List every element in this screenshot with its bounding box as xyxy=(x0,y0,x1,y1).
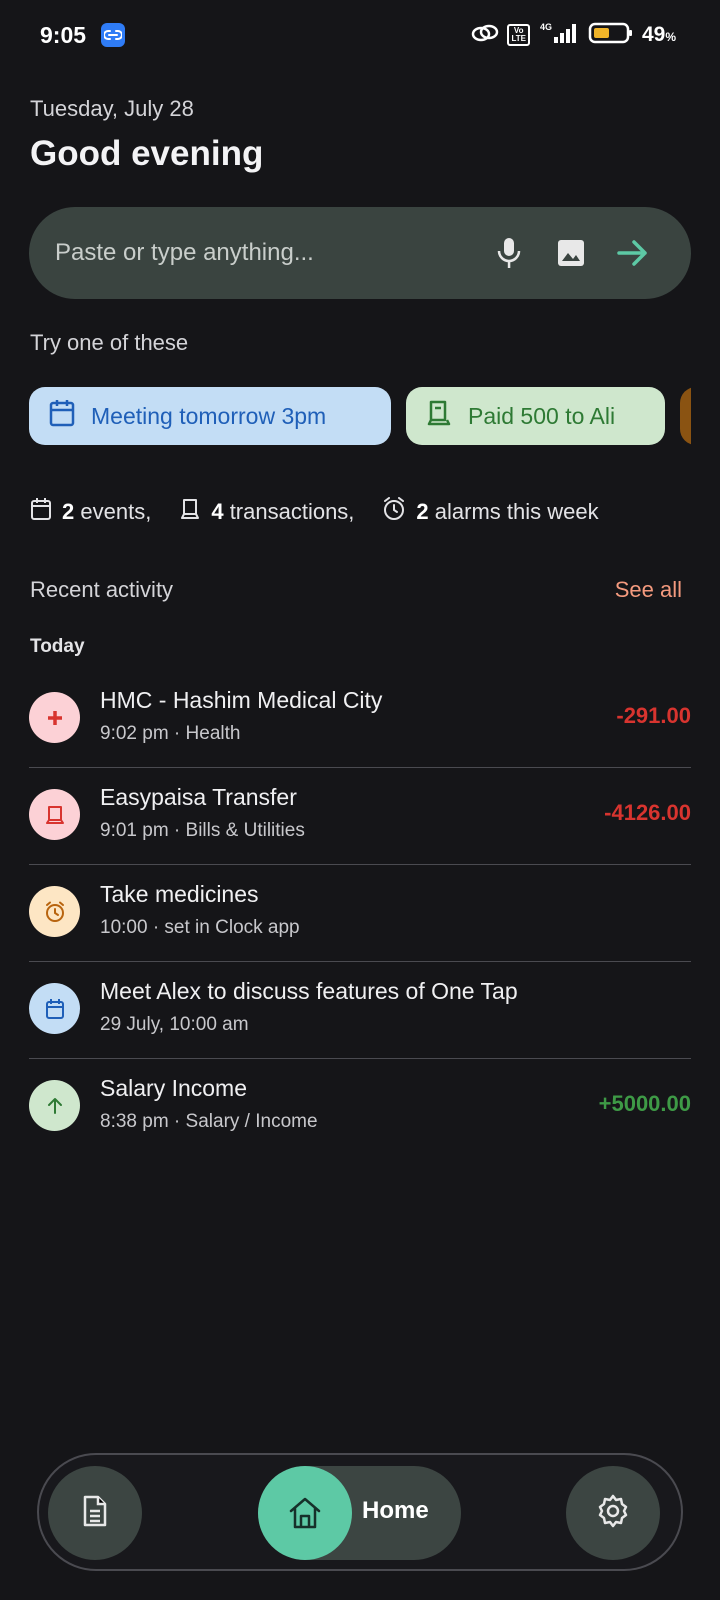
suggestion-chip-label: Meeting tomorrow 3pm xyxy=(91,402,327,429)
item-subtitle: 9:01 pm · Bills & Utilities xyxy=(100,820,305,841)
calendar-icon xyxy=(49,399,75,433)
volte-icon: Vo LTE xyxy=(507,24,530,46)
composer-input[interactable] xyxy=(55,207,495,299)
list-item[interactable]: Meet Alex to discuss features of One Tap… xyxy=(29,962,691,1059)
suggestion-chip-label: Paid 500 to Ali xyxy=(468,402,616,429)
greeting-title: Good evening xyxy=(30,134,264,173)
item-title: Salary Income xyxy=(100,1075,248,1101)
item-title: Take medicines xyxy=(100,881,259,907)
suggestion-chip-payment[interactable]: Paid 500 to Ali xyxy=(406,387,665,445)
alarm-icon xyxy=(382,497,406,527)
status-icons: Vo LTE 4G 49% xyxy=(471,20,676,50)
receipt-icon xyxy=(426,399,452,433)
home-screen: 9:05 Vo LTE 4G 49% Tuesday, July 28 Good… xyxy=(0,0,720,1600)
microphone-icon[interactable] xyxy=(485,229,533,277)
item-title: Meet Alex to discuss features of One Tap xyxy=(100,978,518,1004)
list-item[interactable]: Take medicines 10:00 · set in Clock app xyxy=(29,865,691,962)
calendar-icon xyxy=(29,983,80,1034)
link-app-icon xyxy=(101,23,125,47)
home-icon xyxy=(258,1466,352,1560)
calendar-icon xyxy=(30,497,52,527)
document-icon xyxy=(82,1495,108,1532)
list-item[interactable]: HMC - Hashim Medical City 9:02 pm · Heal… xyxy=(29,671,691,768)
svg-text:4G: 4G xyxy=(540,22,552,32)
bottom-nav: Home xyxy=(37,1453,683,1571)
battery-percent: 49% xyxy=(641,23,676,46)
receipt-icon xyxy=(179,497,201,527)
nav-home-button[interactable]: Home xyxy=(258,1466,461,1560)
suggestions-label: Try one of these xyxy=(30,330,189,355)
item-subtitle: 9:02 pm · Health xyxy=(100,723,241,744)
status-bar: 9:05 Vo LTE 4G 49% xyxy=(0,0,720,70)
signal-icon: 4G xyxy=(538,21,580,50)
medical-cross-icon xyxy=(29,692,80,743)
suggestion-chip-more[interactable] xyxy=(680,387,691,445)
activity-list: HMC - Hashim Medical City 9:02 pm · Heal… xyxy=(29,671,691,1156)
arrow-up-icon xyxy=(29,1080,80,1131)
battery-icon xyxy=(588,21,634,50)
suggestion-chip-meeting[interactable]: Meeting tomorrow 3pm xyxy=(29,387,391,445)
nav-home-label: Home xyxy=(362,1497,429,1524)
item-amount: -291.00 xyxy=(616,703,691,728)
weekly-summary: 2 events, 4 transactions, 2 alarms this … xyxy=(30,497,627,527)
item-subtitle: 10:00 · set in Clock app xyxy=(100,917,300,938)
group-header-today: Today xyxy=(30,636,85,657)
item-amount: -4126.00 xyxy=(604,800,691,825)
summary-transactions: 4 transactions, xyxy=(179,497,354,527)
composer-bar xyxy=(29,207,691,299)
item-amount: +5000.00 xyxy=(598,1091,691,1116)
item-title: Easypaisa Transfer xyxy=(100,784,297,810)
image-icon[interactable] xyxy=(547,229,595,277)
summary-events: 2 events, xyxy=(30,497,151,527)
item-subtitle: 29 July, 10:00 am xyxy=(100,1014,249,1035)
summary-alarms: 2 alarms this week xyxy=(382,497,599,527)
hotspot-link-icon xyxy=(471,22,499,49)
date-label: Tuesday, July 28 xyxy=(30,96,194,121)
item-title: HMC - Hashim Medical City xyxy=(100,687,383,713)
nav-settings-button[interactable] xyxy=(566,1466,660,1560)
suggestion-chips: Meeting tomorrow 3pm Paid 500 to Ali xyxy=(29,387,691,447)
nav-documents-button[interactable] xyxy=(48,1466,142,1560)
status-time: 9:05 xyxy=(40,22,87,48)
alarm-icon xyxy=(29,886,80,937)
receipt-icon xyxy=(29,789,80,840)
send-arrow-icon[interactable] xyxy=(609,229,657,277)
gear-icon xyxy=(595,1493,631,1534)
list-item[interactable]: Salary Income 8:38 pm · Salary / Income … xyxy=(29,1059,691,1156)
item-subtitle: 8:38 pm · Salary / Income xyxy=(100,1111,318,1132)
recent-activity-label: Recent activity xyxy=(30,577,174,602)
list-item[interactable]: Easypaisa Transfer 9:01 pm · Bills & Uti… xyxy=(29,768,691,865)
see-all-link[interactable]: See all xyxy=(615,577,682,603)
